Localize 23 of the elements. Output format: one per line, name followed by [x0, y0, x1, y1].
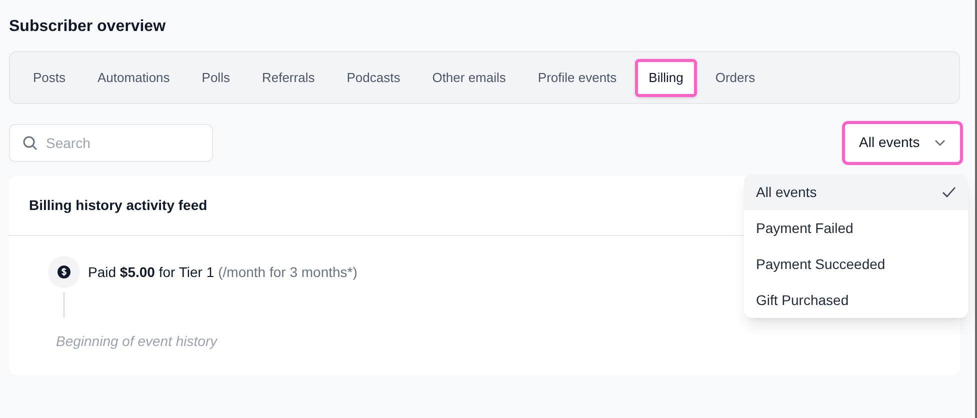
menu-item[interactable]: Payment Failed [744, 210, 968, 246]
chevron-down-icon [934, 138, 946, 146]
menu-item[interactable]: All events [744, 174, 968, 210]
tab[interactable]: Polls [188, 58, 244, 96]
tab[interactable]: Profile events [524, 58, 631, 96]
history-end-label: Beginning of event history [56, 332, 219, 351]
tab[interactable]: Billing [634, 58, 698, 96]
dollar-icon [48, 256, 80, 288]
tab[interactable]: Other emails [418, 58, 520, 96]
event-text: Paid $5.00 for Tier 1 [88, 262, 214, 282]
search-icon [22, 134, 38, 150]
event-note: (/month for 3 months*) [218, 262, 358, 282]
search-field[interactable]: Search [9, 124, 213, 162]
tab[interactable]: Posts [19, 58, 80, 96]
tab[interactable]: Orders [701, 58, 770, 96]
filter-dropdown[interactable]: All events [842, 120, 963, 164]
menu-item[interactable]: Gift Purchased [744, 282, 968, 318]
menu-item[interactable]: Payment Succeeded [744, 246, 968, 282]
tab[interactable]: Automations [84, 58, 184, 96]
tab[interactable]: Referrals [248, 58, 329, 96]
check-icon [942, 186, 956, 198]
page-title: Subscriber overview [9, 17, 167, 37]
tab[interactable]: Podcasts [332, 58, 414, 96]
